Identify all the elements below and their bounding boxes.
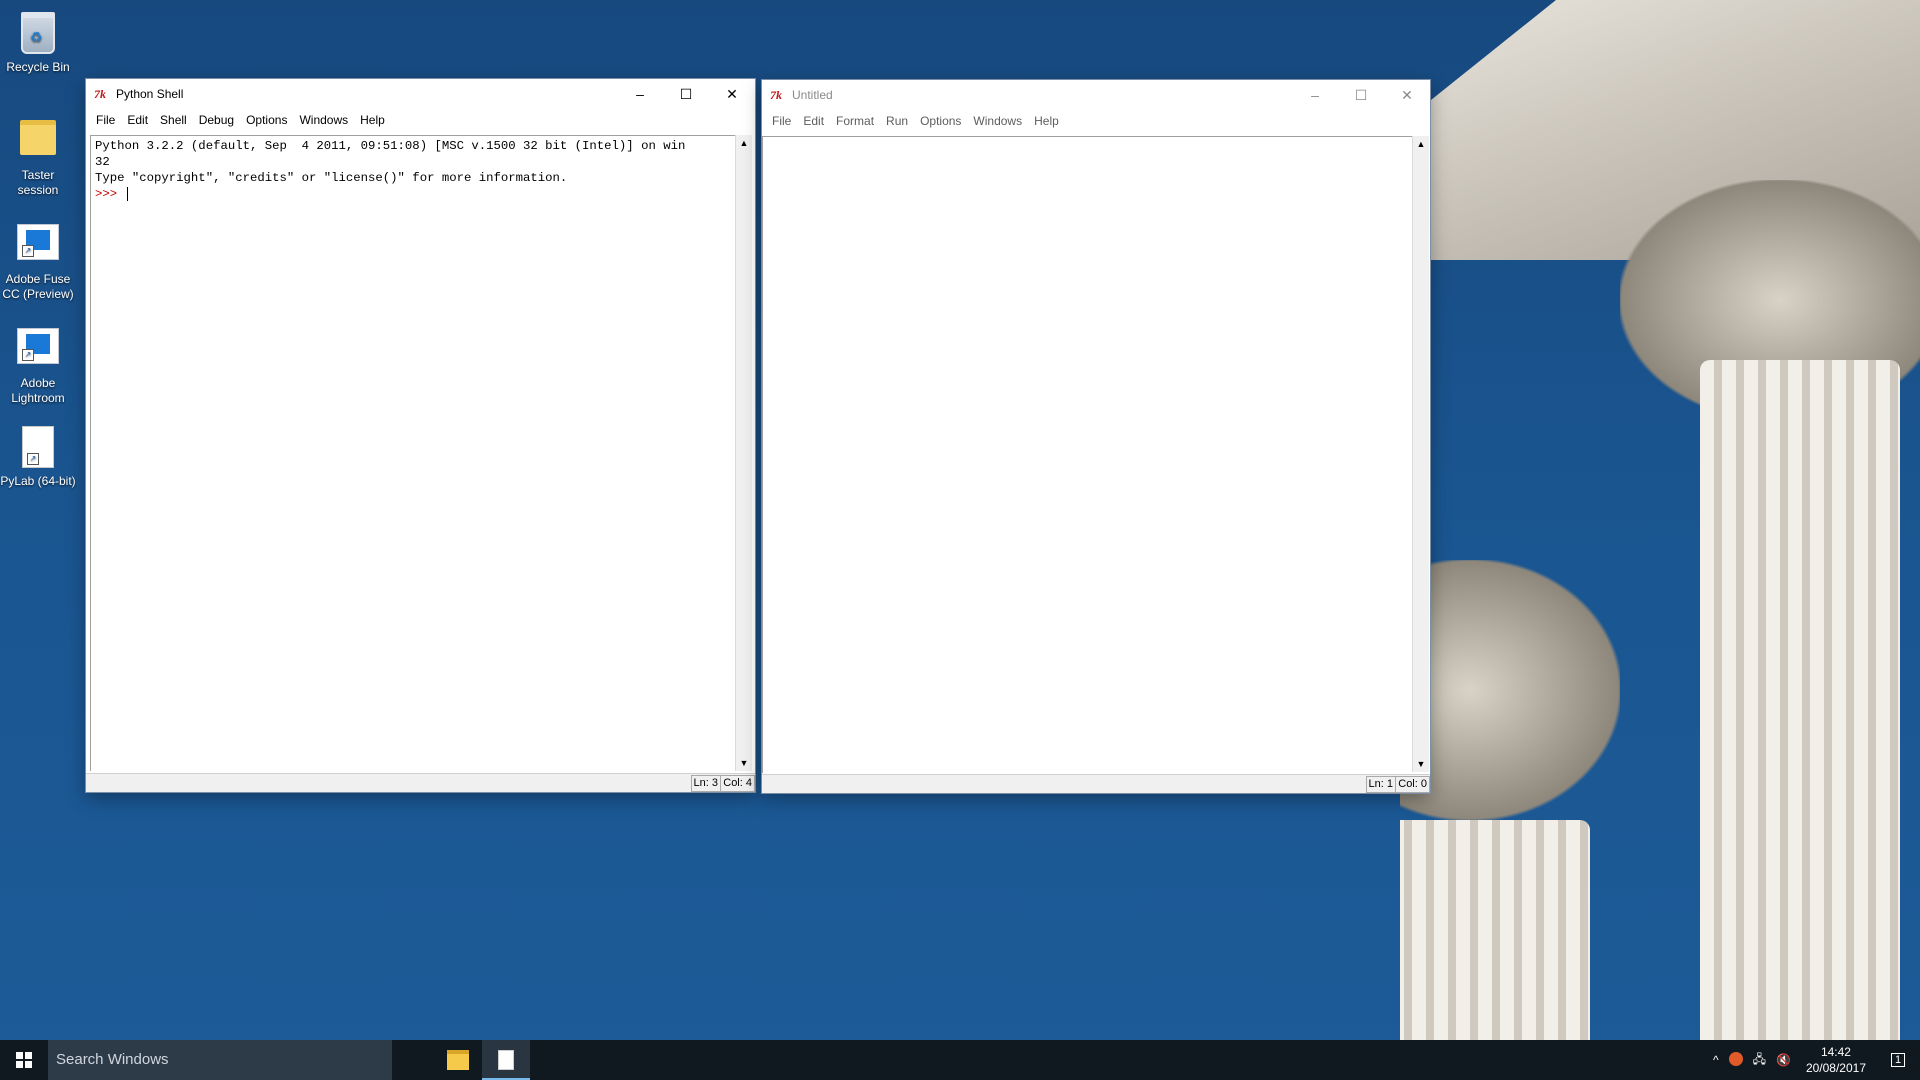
tray-app-icon[interactable] <box>1724 1051 1748 1069</box>
scroll-down-arrow-icon[interactable]: ▼ <box>1413 756 1429 772</box>
desktop-icon-label: Adobe Lightroom <box>11 376 65 405</box>
minimize-button[interactable]: – <box>617 79 663 109</box>
taskbar: Search Windows ^ 🖧 🔇 14:42 20/08/2017 1 <box>0 1040 1920 1080</box>
taskbar-idle-app[interactable] <box>482 1040 530 1080</box>
scroll-up-arrow-icon[interactable]: ▲ <box>736 135 752 151</box>
vertical-scrollbar[interactable]: ▲ ▼ <box>735 135 752 771</box>
menu-edit[interactable]: Edit <box>797 114 830 128</box>
text-cursor <box>126 186 128 201</box>
volume-muted-icon[interactable]: 🔇 <box>1771 1053 1796 1067</box>
taskbar-file-explorer[interactable] <box>434 1040 482 1080</box>
clock-time: 14:42 <box>1820 1045 1851 1059</box>
desktop-icon-label: Taster session <box>17 168 59 197</box>
scroll-up-arrow-icon[interactable]: ▲ <box>1413 136 1429 152</box>
close-button[interactable]: ✕ <box>709 79 755 109</box>
recycle-bin-icon: ♻ <box>16 12 60 56</box>
menu-run[interactable]: Run <box>880 114 914 128</box>
minimize-button[interactable]: – <box>1292 80 1338 110</box>
untitled-editor-window[interactable]: 7k Untitled – ☐ ✕ File Edit Format Run O… <box>762 80 1430 793</box>
menu-help[interactable]: Help <box>354 113 391 127</box>
windows-logo-icon <box>16 1052 32 1068</box>
menu-windows[interactable]: Windows <box>293 113 354 127</box>
close-button[interactable]: ✕ <box>1384 80 1430 110</box>
desktop-wallpaper-columns <box>1400 0 1920 1040</box>
menu-options[interactable]: Options <box>914 114 967 128</box>
desktop-icon-label: Adobe Fuse CC (Preview) <box>2 272 74 301</box>
wallpaper-column <box>1400 820 1590 1040</box>
maximize-button[interactable]: ☐ <box>1338 80 1384 110</box>
wallpaper-capital <box>1400 560 1620 820</box>
desktop-icon-recycle-bin[interactable]: ♻ Recycle Bin <box>0 8 76 75</box>
status-column: Col: 0 <box>1395 776 1430 793</box>
system-tray: ^ 🖧 🔇 14:42 20/08/2017 1 <box>1708 1040 1920 1080</box>
window-title: Python Shell <box>116 87 184 101</box>
scroll-down-arrow-icon[interactable]: ▼ <box>736 755 752 771</box>
menu-bar: File Edit Format Run Options Windows Hel… <box>762 110 1430 132</box>
desktop-icon-pylab[interactable]: ↗ PyLab (64-bit) <box>0 424 76 489</box>
desktop-icon-adobe-fuse[interactable]: ↗ Adobe Fuse CC (Preview) <box>0 218 76 302</box>
title-bar[interactable]: 7k Python Shell – ☐ ✕ <box>86 79 755 109</box>
menu-options[interactable]: Options <box>240 113 293 127</box>
shell-prompt-line: >>> <box>95 186 735 202</box>
tk-feather-icon: 7k <box>770 88 782 102</box>
editor-text-area[interactable] <box>762 136 1413 773</box>
shell-output-line: Type "copyright", "credits" or "license(… <box>95 171 568 185</box>
document-icon <box>498 1050 514 1070</box>
wallpaper-column <box>1700 360 1900 1040</box>
tk-feather-icon: 7k <box>94 87 106 101</box>
clock-date: 20/08/2017 <box>1805 1061 1866 1075</box>
desktop-icon-adobe-lightroom[interactable]: ↗ Adobe Lightroom <box>0 322 76 406</box>
status-bar: Ln: 1 Col: 0 <box>762 774 1430 793</box>
vertical-scrollbar[interactable]: ▲ ▼ <box>1412 136 1429 772</box>
python-shell-window[interactable]: 7k Python Shell – ☐ ✕ File Edit Shell De… <box>86 79 755 792</box>
menu-file[interactable]: File <box>90 113 121 127</box>
action-center-icon[interactable]: 1 <box>1876 1053 1920 1067</box>
shell-output-line: Python 3.2.2 (default, Sep 4 2011, 09:51… <box>95 139 686 153</box>
title-bar[interactable]: 7k Untitled – ☐ ✕ <box>762 80 1430 110</box>
pylab-icon: ↗ <box>16 426 60 470</box>
shell-output-line: 32 <box>95 155 110 169</box>
menu-help[interactable]: Help <box>1028 114 1065 128</box>
taskbar-search-box[interactable]: Search Windows <box>48 1040 392 1080</box>
desktop-icon-label: Recycle Bin <box>6 60 70 74</box>
adobe-fuse-icon: ↗ <box>16 224 60 268</box>
desktop-icon-taster-session[interactable]: Taster session <box>0 112 76 198</box>
shell-prompt: >>> <box>95 187 125 201</box>
taskbar-clock[interactable]: 14:42 20/08/2017 <box>1796 1044 1876 1076</box>
file-explorer-icon <box>447 1050 469 1070</box>
notification-count: 1 <box>1890 1053 1906 1067</box>
status-bar: Ln: 3 Col: 4 <box>86 773 755 792</box>
menu-bar: File Edit Shell Debug Options Windows He… <box>86 109 755 131</box>
status-column: Col: 4 <box>720 775 755 792</box>
menu-edit[interactable]: Edit <box>121 113 154 127</box>
folder-icon <box>16 120 60 164</box>
menu-shell[interactable]: Shell <box>154 113 193 127</box>
shell-text-area[interactable]: Python 3.2.2 (default, Sep 4 2011, 09:51… <box>90 135 735 771</box>
adobe-lightroom-icon: ↗ <box>16 328 60 372</box>
desktop-icon-label: PyLab (64-bit) <box>0 474 76 488</box>
menu-windows[interactable]: Windows <box>967 114 1028 128</box>
menu-file[interactable]: File <box>766 114 797 128</box>
start-button[interactable] <box>0 1040 48 1080</box>
maximize-button[interactable]: ☐ <box>663 79 709 109</box>
show-hidden-icons-chevron-icon[interactable]: ^ <box>1708 1053 1724 1067</box>
menu-debug[interactable]: Debug <box>193 113 240 127</box>
status-line: Ln: 1 <box>1365 776 1396 793</box>
window-title: Untitled <box>792 88 833 102</box>
menu-format[interactable]: Format <box>830 114 880 128</box>
network-icon[interactable]: 🖧 <box>1748 1050 1771 1071</box>
status-line: Ln: 3 <box>690 775 721 792</box>
